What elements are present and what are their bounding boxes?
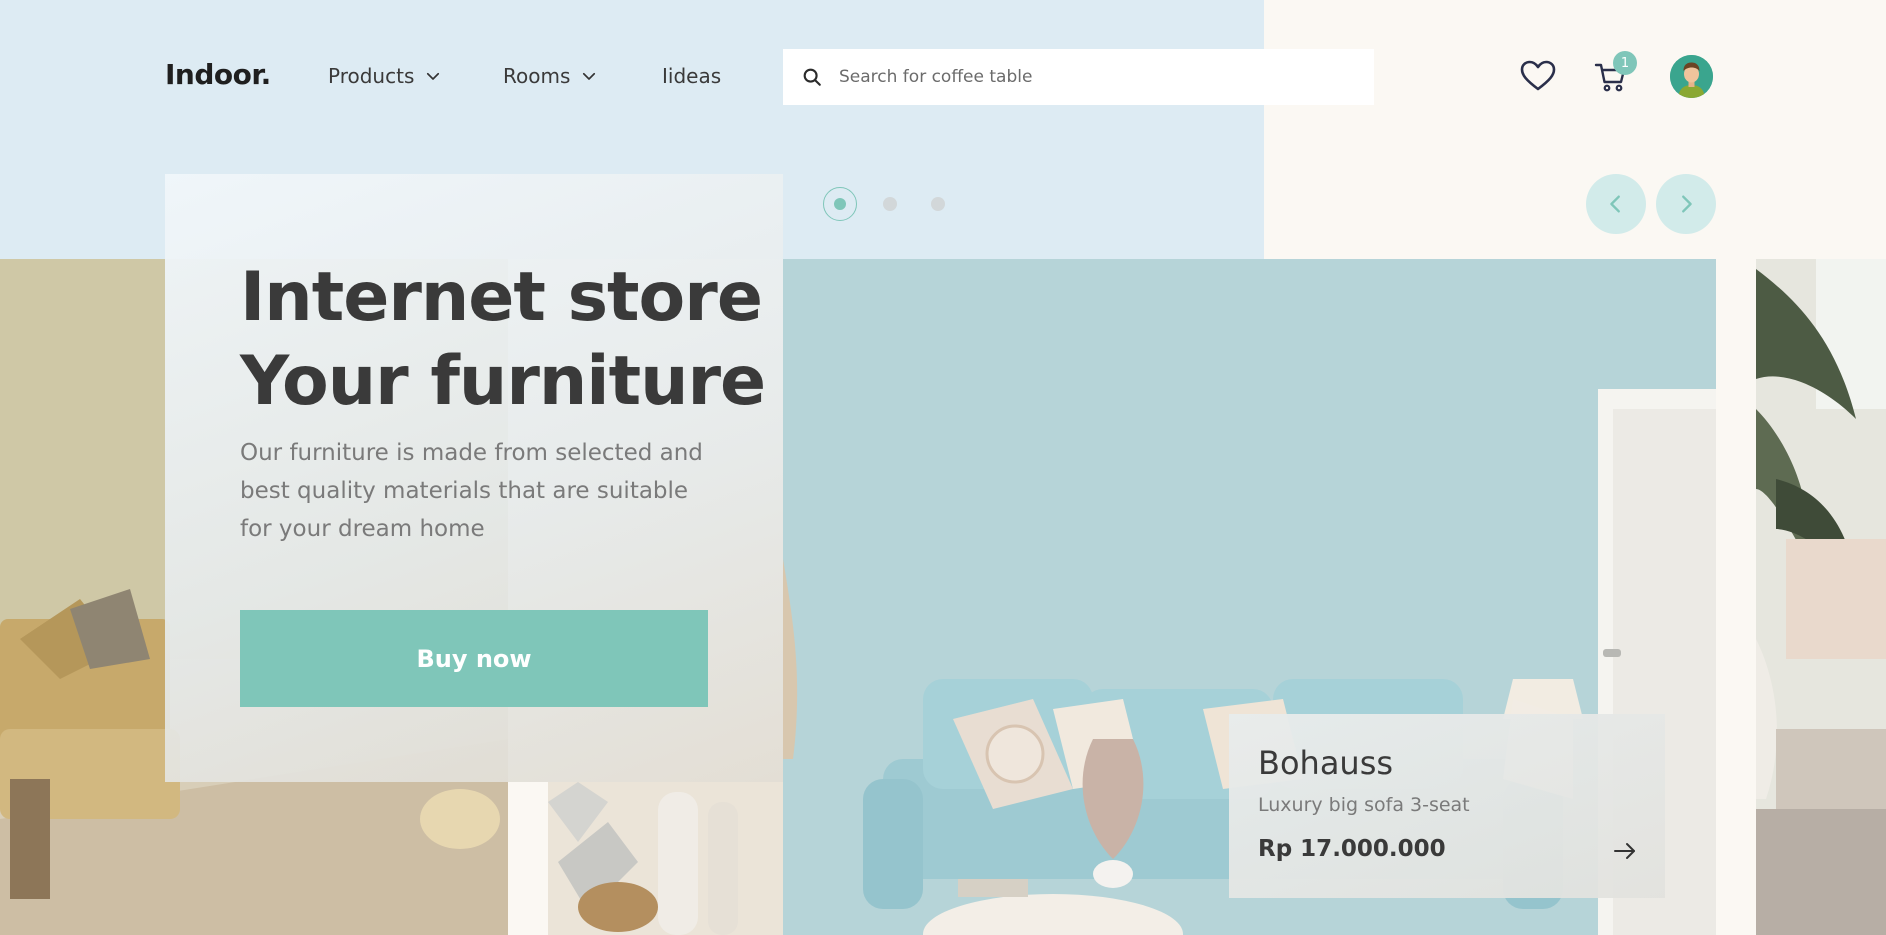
carousel-dot-1-active[interactable] [823, 187, 857, 221]
product-subtitle: Luxury big sofa 3-seat [1258, 794, 1470, 816]
decor-vases-illustration [548, 782, 783, 935]
chevron-left-icon [1610, 195, 1620, 213]
hero-image-right [1756, 259, 1886, 935]
search-input[interactable] [839, 67, 1339, 87]
avatar[interactable] [1670, 55, 1713, 98]
cart-count-badge: 1 [1613, 51, 1637, 75]
search-icon [803, 68, 821, 86]
buy-now-button[interactable]: Buy now [240, 610, 708, 707]
product-card[interactable]: Bohauss Luxury big sofa 3-seat Rp 17.000… [1229, 714, 1665, 898]
hero-title-line-2: Your furniture [240, 342, 766, 421]
carousel-next-button[interactable] [1656, 174, 1716, 234]
nav-rooms[interactable]: Rooms [503, 64, 598, 88]
search-bar[interactable] [783, 49, 1374, 105]
hero-description: Our furniture is made from selected and … [240, 440, 703, 542]
carousel-dot-3[interactable] [931, 197, 945, 211]
carousel-dot-2[interactable] [883, 197, 897, 211]
arrow-right-icon[interactable] [1612, 838, 1638, 864]
product-name: Bohauss [1258, 744, 1394, 782]
plant-room-illustration [1756, 259, 1886, 935]
hero-title-line-1: Internet store [240, 258, 763, 337]
hero-image-left-bottom [548, 782, 783, 935]
chevron-down-icon [583, 72, 596, 80]
hero-card: Internet store Your furniture Our furnit… [165, 174, 783, 782]
chevron-down-icon [427, 72, 440, 80]
nav-products[interactable]: Products [328, 64, 442, 88]
heart-icon[interactable] [1520, 60, 1556, 92]
carousel-prev-button[interactable] [1586, 174, 1646, 234]
hero-title: Internet store Your furniture [240, 256, 766, 424]
logo[interactable]: Indoor. [165, 58, 271, 91]
header-background-cream [1264, 0, 1886, 259]
nav-ideas-label: Iideas [662, 64, 722, 88]
chevron-right-icon [1682, 195, 1692, 213]
product-price: Rp 17.000.000 [1258, 836, 1446, 862]
avatar-person-icon [1670, 55, 1713, 98]
nav-rooms-label: Rooms [503, 64, 571, 88]
nav-ideas[interactable]: Iideas [662, 64, 721, 88]
nav-products-label: Products [328, 64, 415, 88]
